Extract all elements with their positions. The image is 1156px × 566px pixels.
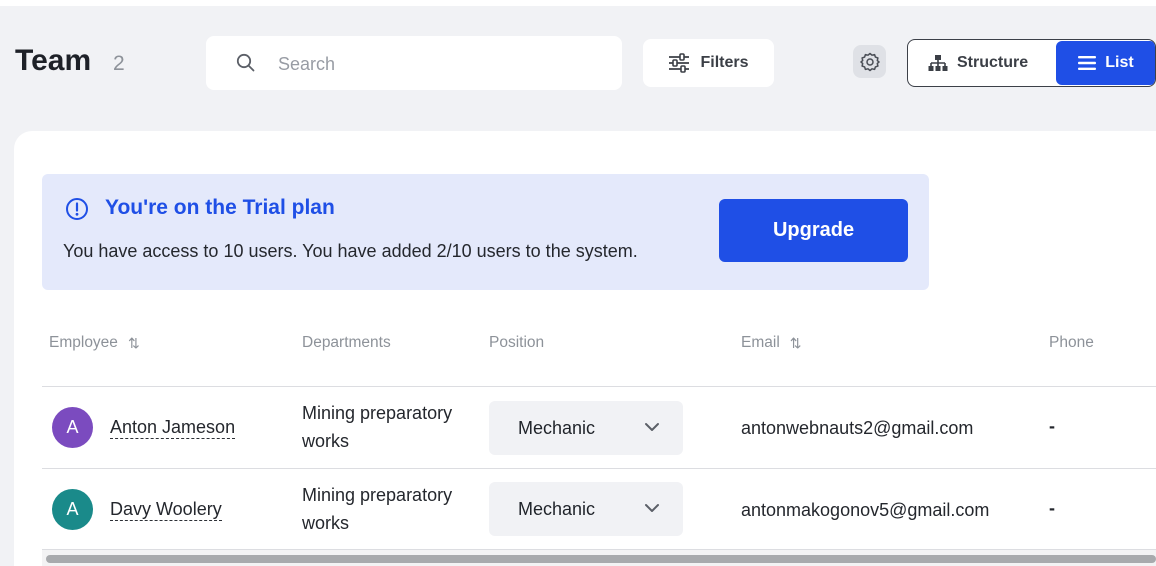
employee-name[interactable]: Anton Jameson — [110, 417, 236, 439]
position-select[interactable]: Mechanic — [489, 401, 683, 455]
filters-label: Filters — [700, 54, 749, 71]
department-line: Mining preparatory — [302, 403, 453, 423]
department-line: works — [302, 513, 350, 533]
email: antonmakogonov5@gmail.com — [741, 500, 990, 520]
phone: - — [1049, 416, 1055, 436]
position-select[interactable]: Mechanic — [489, 482, 683, 536]
avatar: A — [52, 489, 93, 530]
trial-title: You're on the Trial plan — [105, 196, 335, 219]
chevron-down-icon — [645, 504, 659, 512]
column-label: Employee — [49, 334, 118, 351]
employee-name[interactable]: Davy Woolery — [110, 499, 222, 521]
table-divider — [42, 468, 1156, 469]
department: Mining preparatory works — [302, 399, 452, 455]
chevron-down-icon — [645, 423, 659, 431]
column-header-departments: Departments — [302, 334, 391, 352]
avatar: A — [52, 407, 93, 448]
department-line: works — [302, 431, 350, 451]
column-label: Position — [489, 334, 545, 351]
column-header-position: Position — [489, 334, 544, 352]
search-input[interactable] — [276, 48, 600, 80]
search-icon — [236, 53, 255, 72]
list-label: List — [1105, 54, 1134, 71]
sliders-icon — [669, 53, 690, 73]
search-box[interactable] — [206, 36, 622, 90]
trial-banner: You're on the Trial plan You have access… — [42, 174, 929, 290]
column-label: Email — [741, 334, 780, 351]
sort-icon[interactable]: ⇅ — [790, 335, 802, 352]
list-view-button[interactable]: List — [1056, 41, 1155, 85]
column-header-email[interactable]: Email ⇅ — [741, 334, 802, 352]
department-line: Mining preparatory — [302, 485, 453, 505]
column-label: Departments — [302, 334, 391, 351]
structure-view-button[interactable]: Structure — [928, 40, 1028, 86]
position-value: Mechanic — [518, 417, 596, 438]
settings-button[interactable] — [853, 45, 886, 78]
list-icon — [1078, 56, 1097, 70]
org-chart-icon — [928, 55, 948, 71]
phone: - — [1049, 498, 1055, 518]
filters-button[interactable]: Filters — [643, 39, 774, 87]
email: antonwebnauts2@gmail.com — [741, 418, 974, 438]
sort-icon[interactable]: ⇅ — [128, 335, 140, 352]
department: Mining preparatory works — [302, 481, 452, 537]
view-toggle: Structure List — [907, 39, 1156, 87]
scrollbar-thumb[interactable] — [46, 555, 1156, 563]
upgrade-button[interactable]: Upgrade — [719, 199, 908, 262]
info-icon — [66, 198, 88, 220]
page-title: Team — [15, 44, 92, 77]
column-header-phone: Phone — [1049, 334, 1094, 352]
position-value: Mechanic — [518, 498, 596, 519]
gear-icon — [859, 52, 880, 71]
team-count: 2 — [113, 52, 125, 75]
column-label: Phone — [1049, 334, 1094, 351]
structure-label: Structure — [957, 54, 1029, 71]
column-header-employee[interactable]: Employee ⇅ — [49, 334, 140, 352]
table-divider — [42, 386, 1156, 387]
trial-message: You have access to 10 users. You have ad… — [63, 241, 638, 261]
